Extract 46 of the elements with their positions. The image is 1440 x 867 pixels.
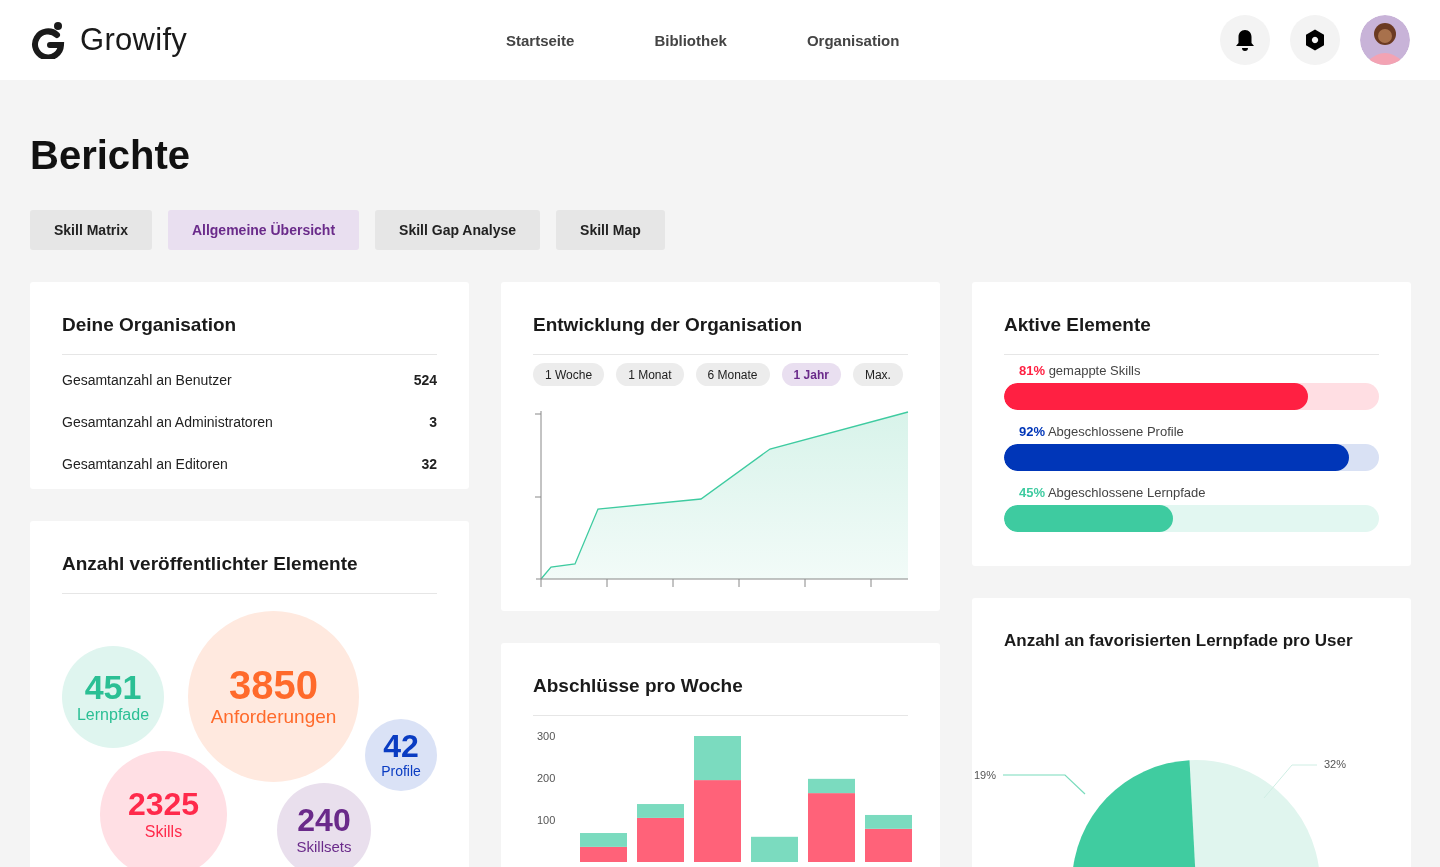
stat-label: Gesamtanzahl an Editoren (62, 456, 228, 472)
settings-button[interactable] (1290, 15, 1340, 65)
brand-name[interactable]: Growify (80, 22, 188, 58)
card-title: Anzahl veröffentlichter Elemente (62, 552, 359, 576)
nav-link[interactable]: Organisation (806, 31, 900, 49)
stat-bubble: 240 Skillsets (277, 783, 371, 867)
axis-label: 300 (537, 730, 556, 742)
progress-label: 81% gemappte Skills (1018, 363, 1142, 378)
stat-bubble: 451 Lernpfade (62, 646, 164, 748)
progress-label: 92% Abgeschlossene Profile (1018, 424, 1185, 439)
page-title: Berichte (30, 132, 192, 178)
axis-label: 100 (537, 814, 556, 826)
report-tab[interactable]: Allgemeine Übersicht (167, 210, 360, 250)
stat-value: 32 (421, 456, 437, 472)
stat-bubble: 42 Profile (365, 719, 437, 791)
pie-label: 32% (1324, 758, 1347, 770)
card-title: Anzahl an favorisierten Lernpfade pro User (1004, 630, 1354, 652)
nav-link[interactable]: Bibliothek (654, 31, 727, 49)
card-title: Deine Organisation (62, 313, 238, 337)
range-chip[interactable]: 1 Jahr (781, 363, 841, 386)
hexagon-nut-icon (1303, 28, 1327, 52)
stat-label: Gesamtanzahl an Administratoren (62, 414, 273, 430)
logo-icon (30, 21, 66, 59)
pie-label: 19% (974, 769, 997, 781)
nav-link[interactable]: Startseite (506, 31, 575, 49)
card-title: Entwicklung der Organisation (533, 313, 804, 337)
report-tab[interactable]: Skill Gap Analyse (375, 210, 541, 250)
range-chip[interactable]: 1 Monat (616, 363, 684, 386)
stat-bubble: 3850 Anforderungen (188, 611, 359, 782)
bell-icon (1233, 28, 1257, 52)
report-tab[interactable]: Skill Matrix (30, 210, 152, 250)
leader-line (1263, 764, 1318, 799)
axis-label: 200 (537, 772, 556, 784)
card-title: Aktive Elemente (1004, 313, 1152, 337)
range-chip[interactable]: 1 Woche (533, 363, 605, 386)
notifications-button[interactable] (1220, 15, 1270, 65)
stat-label: Gesamtanzahl an Benutzer (62, 372, 232, 388)
card-title: Abschlüsse pro Woche (533, 674, 744, 698)
avatar[interactable] (1360, 15, 1410, 65)
range-chip[interactable]: Max. (852, 363, 903, 386)
stat-value: 524 (413, 372, 437, 388)
stat-bubble: 2325 Skills (100, 751, 227, 867)
stat-value: 3 (429, 414, 437, 430)
report-tab[interactable]: Skill Map (556, 210, 665, 250)
progress-label: 45% Abgeschlossene Lernpfade (1018, 485, 1207, 500)
range-chip[interactable]: 6 Monate (695, 363, 770, 386)
